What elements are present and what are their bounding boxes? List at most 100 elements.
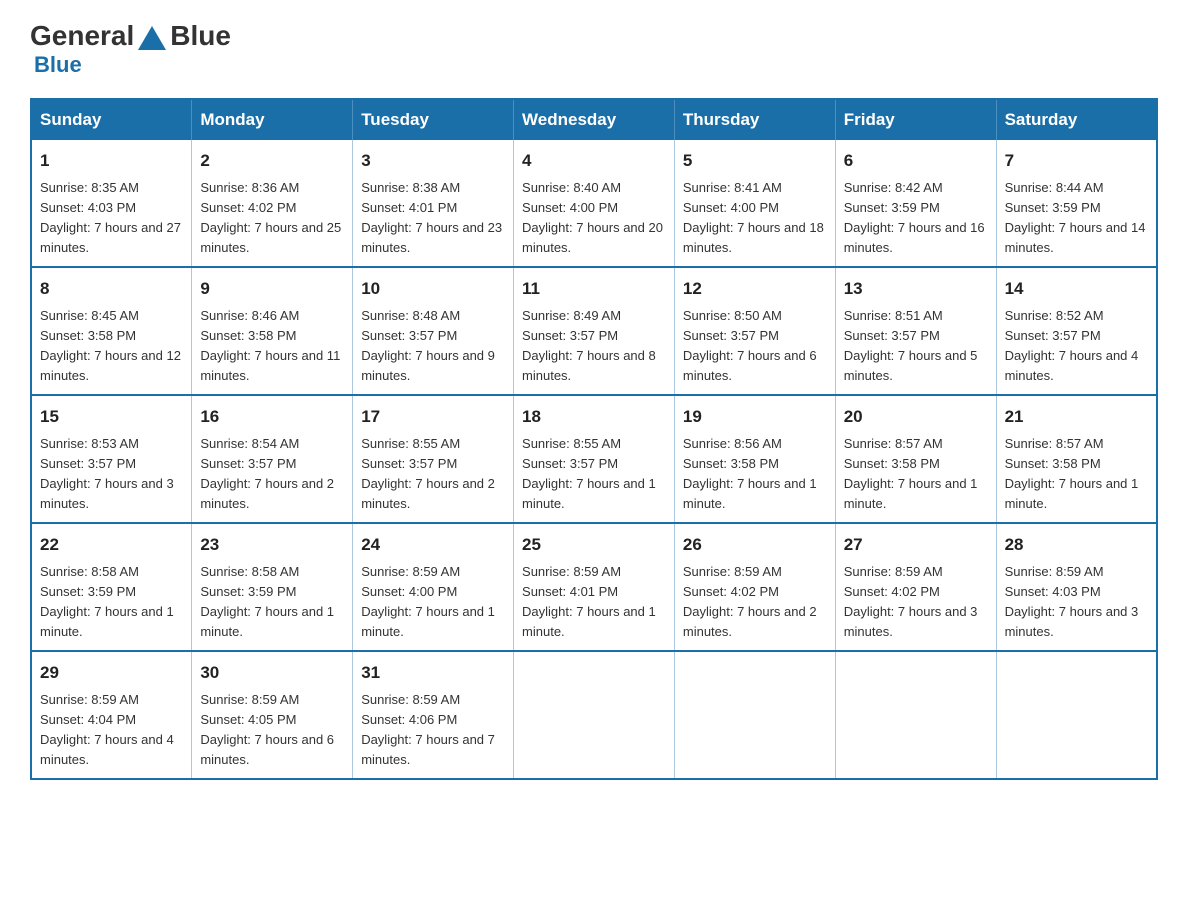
day-number: 4 (522, 148, 666, 174)
weekday-header-saturday: Saturday (996, 99, 1157, 140)
logo-blue-text: Blue (170, 20, 231, 52)
day-info: Sunrise: 8:59 AMSunset: 4:06 PMDaylight:… (361, 690, 505, 771)
calendar-cell: 27 Sunrise: 8:59 AMSunset: 4:02 PMDayligh… (835, 523, 996, 651)
day-number: 25 (522, 532, 666, 558)
calendar-cell: 9 Sunrise: 8:46 AMSunset: 3:58 PMDaylight… (192, 267, 353, 395)
day-info: Sunrise: 8:59 AMSunset: 4:02 PMDaylight:… (683, 562, 827, 643)
calendar-cell: 8 Sunrise: 8:45 AMSunset: 3:58 PMDaylight… (31, 267, 192, 395)
weekday-header-friday: Friday (835, 99, 996, 140)
day-number: 16 (200, 404, 344, 430)
calendar-cell: 31 Sunrise: 8:59 AMSunset: 4:06 PMDayligh… (353, 651, 514, 779)
calendar-cell: 4 Sunrise: 8:40 AMSunset: 4:00 PMDaylight… (514, 140, 675, 267)
day-info: Sunrise: 8:46 AMSunset: 3:58 PMDaylight:… (200, 306, 344, 387)
calendar-cell: 26 Sunrise: 8:59 AMSunset: 4:02 PMDayligh… (674, 523, 835, 651)
logo-tagline: Blue (34, 52, 82, 78)
day-number: 27 (844, 532, 988, 558)
day-number: 30 (200, 660, 344, 686)
calendar-week-row: 15Sunrise: 8:53 AMSunset: 3:57 PMDayligh… (31, 395, 1157, 523)
calendar-header: SundayMondayTuesdayWednesdayThursdayFrid… (31, 99, 1157, 140)
day-number: 9 (200, 276, 344, 302)
calendar-cell: 10Sunrise: 8:48 AMSunset: 3:57 PMDayligh… (353, 267, 514, 395)
calendar-cell: 11Sunrise: 8:49 AMSunset: 3:57 PMDayligh… (514, 267, 675, 395)
calendar-cell (674, 651, 835, 779)
calendar-cell: 13 Sunrise: 8:51 AMSunset: 3:57 PMDayligh… (835, 267, 996, 395)
day-number: 31 (361, 660, 505, 686)
day-info: Sunrise: 8:56 AMSunset: 3:58 PMDaylight:… (683, 434, 827, 515)
day-number: 24 (361, 532, 505, 558)
day-info: Sunrise: 8:48 AMSunset: 3:57 PMDaylight:… (361, 306, 505, 387)
day-number: 2 (200, 148, 344, 174)
day-number: 8 (40, 276, 183, 302)
calendar-cell: 14 Sunrise: 8:52 AMSunset: 3:57 PMDayligh… (996, 267, 1157, 395)
day-number: 13 (844, 276, 988, 302)
day-info: Sunrise: 8:53 AMSunset: 3:57 PMDaylight:… (40, 434, 183, 515)
calendar-cell: 6Sunrise: 8:42 AMSunset: 3:59 PMDaylight… (835, 140, 996, 267)
day-info: Sunrise: 8:59 AMSunset: 4:00 PMDaylight:… (361, 562, 505, 643)
calendar-table: SundayMondayTuesdayWednesdayThursdayFrid… (30, 98, 1158, 780)
day-number: 5 (683, 148, 827, 174)
day-info: Sunrise: 8:54 AMSunset: 3:57 PMDaylight:… (200, 434, 344, 515)
day-info: Sunrise: 8:40 AMSunset: 4:00 PMDaylight:… (522, 178, 666, 259)
page-header: General Blue Blue (30, 20, 1158, 78)
calendar-body: 1Sunrise: 8:35 AMSunset: 4:03 PMDaylight… (31, 140, 1157, 779)
calendar-cell: 29 Sunrise: 8:59 AMSunset: 4:04 PMDayligh… (31, 651, 192, 779)
day-number: 26 (683, 532, 827, 558)
day-number: 18 (522, 404, 666, 430)
day-info: Sunrise: 8:57 AMSunset: 3:58 PMDaylight:… (1005, 434, 1148, 515)
calendar-cell: 15Sunrise: 8:53 AMSunset: 3:57 PMDayligh… (31, 395, 192, 523)
calendar-cell: 23 Sunrise: 8:58 AMSunset: 3:59 PMDayligh… (192, 523, 353, 651)
weekday-header-thursday: Thursday (674, 99, 835, 140)
day-info: Sunrise: 8:38 AMSunset: 4:01 PMDaylight:… (361, 178, 505, 259)
day-info: Sunrise: 8:59 AMSunset: 4:03 PMDaylight:… (1005, 562, 1148, 643)
day-info: Sunrise: 8:41 AMSunset: 4:00 PMDaylight:… (683, 178, 827, 259)
calendar-week-row: 29 Sunrise: 8:59 AMSunset: 4:04 PMDayligh… (31, 651, 1157, 779)
day-info: Sunrise: 8:59 AMSunset: 4:04 PMDaylight:… (40, 690, 183, 771)
logo-general-text: General (30, 20, 134, 52)
day-info: Sunrise: 8:52 AMSunset: 3:57 PMDaylight:… (1005, 306, 1148, 387)
calendar-cell: 21 Sunrise: 8:57 AMSunset: 3:58 PMDayligh… (996, 395, 1157, 523)
day-info: Sunrise: 8:58 AMSunset: 3:59 PMDaylight:… (200, 562, 344, 643)
calendar-week-row: 8 Sunrise: 8:45 AMSunset: 3:58 PMDaylight… (31, 267, 1157, 395)
calendar-cell: 17 Sunrise: 8:55 AMSunset: 3:57 PMDayligh… (353, 395, 514, 523)
day-number: 20 (844, 404, 988, 430)
day-number: 1 (40, 148, 183, 174)
weekday-header-tuesday: Tuesday (353, 99, 514, 140)
day-number: 28 (1005, 532, 1148, 558)
calendar-cell: 1Sunrise: 8:35 AMSunset: 4:03 PMDaylight… (31, 140, 192, 267)
day-number: 29 (40, 660, 183, 686)
day-number: 23 (200, 532, 344, 558)
day-info: Sunrise: 8:55 AMSunset: 3:57 PMDaylight:… (361, 434, 505, 515)
day-number: 14 (1005, 276, 1148, 302)
day-info: Sunrise: 8:44 AMSunset: 3:59 PMDaylight:… (1005, 178, 1148, 259)
calendar-cell: 16 Sunrise: 8:54 AMSunset: 3:57 PMDayligh… (192, 395, 353, 523)
day-info: Sunrise: 8:50 AMSunset: 3:57 PMDaylight:… (683, 306, 827, 387)
calendar-cell: 30Sunrise: 8:59 AMSunset: 4:05 PMDayligh… (192, 651, 353, 779)
weekday-header-wednesday: Wednesday (514, 99, 675, 140)
calendar-cell: 5 Sunrise: 8:41 AMSunset: 4:00 PMDaylight… (674, 140, 835, 267)
calendar-cell (996, 651, 1157, 779)
calendar-cell: 24 Sunrise: 8:59 AMSunset: 4:00 PMDayligh… (353, 523, 514, 651)
day-info: Sunrise: 8:45 AMSunset: 3:58 PMDaylight:… (40, 306, 183, 387)
day-info: Sunrise: 8:36 AMSunset: 4:02 PMDaylight:… (200, 178, 344, 259)
day-number: 21 (1005, 404, 1148, 430)
calendar-cell (835, 651, 996, 779)
calendar-cell: 28 Sunrise: 8:59 AMSunset: 4:03 PMDayligh… (996, 523, 1157, 651)
day-info: Sunrise: 8:59 AMSunset: 4:01 PMDaylight:… (522, 562, 666, 643)
day-info: Sunrise: 8:49 AMSunset: 3:57 PMDaylight:… (522, 306, 666, 387)
calendar-cell: 20 Sunrise: 8:57 AMSunset: 3:58 PMDayligh… (835, 395, 996, 523)
calendar-cell: 25 Sunrise: 8:59 AMSunset: 4:01 PMDayligh… (514, 523, 675, 651)
day-info: Sunrise: 8:59 AMSunset: 4:02 PMDaylight:… (844, 562, 988, 643)
logo: General Blue Blue (30, 20, 231, 78)
weekday-header-monday: Monday (192, 99, 353, 140)
calendar-cell: 18Sunrise: 8:55 AMSunset: 3:57 PMDayligh… (514, 395, 675, 523)
calendar-week-row: 1Sunrise: 8:35 AMSunset: 4:03 PMDaylight… (31, 140, 1157, 267)
day-number: 19 (683, 404, 827, 430)
day-info: Sunrise: 8:57 AMSunset: 3:58 PMDaylight:… (844, 434, 988, 515)
weekday-header-sunday: Sunday (31, 99, 192, 140)
day-number: 22 (40, 532, 183, 558)
calendar-cell: 3 Sunrise: 8:38 AMSunset: 4:01 PMDaylight… (353, 140, 514, 267)
day-number: 17 (361, 404, 505, 430)
calendar-cell: 22Sunrise: 8:58 AMSunset: 3:59 PMDayligh… (31, 523, 192, 651)
day-number: 3 (361, 148, 505, 174)
day-info: Sunrise: 8:51 AMSunset: 3:57 PMDaylight:… (844, 306, 988, 387)
